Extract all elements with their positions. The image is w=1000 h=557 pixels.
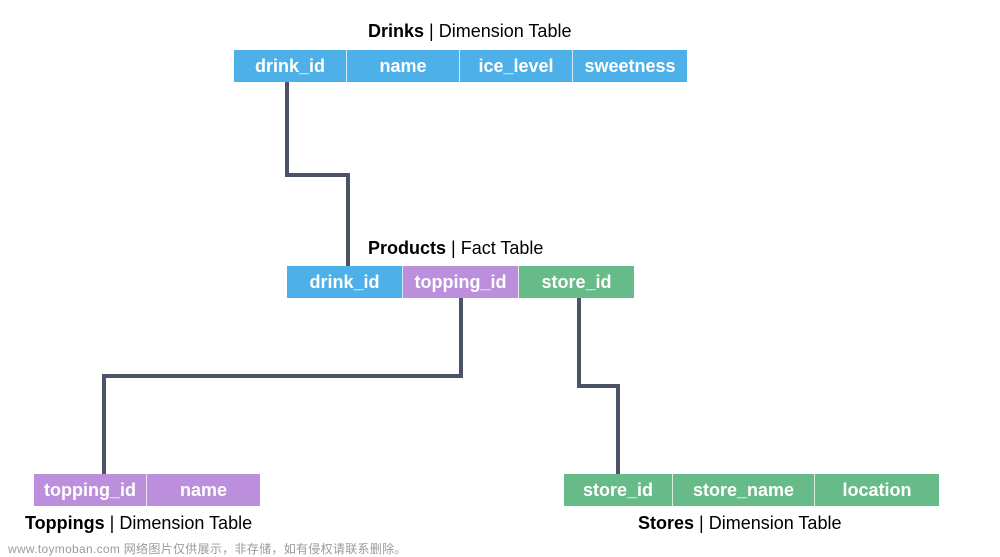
- products-col-topping-id[interactable]: topping_id: [403, 266, 519, 298]
- products-table-title: Products | Fact Table: [368, 238, 543, 259]
- connector-drinks-products: [285, 82, 350, 268]
- drinks-table-name: Drinks: [368, 21, 425, 41]
- connector-products-stores: [577, 298, 620, 474]
- drinks-table-kind: | Dimension Table: [429, 21, 572, 41]
- toppings-table-title: Toppings | Dimension Table: [25, 513, 252, 534]
- toppings-col-topping-id[interactable]: topping_id: [34, 474, 147, 506]
- toppings-table: topping_id name: [34, 474, 260, 506]
- stores-table-title: Stores | Dimension Table: [638, 513, 841, 534]
- drinks-table-title: Drinks | Dimension Table: [368, 21, 571, 42]
- toppings-table-kind: | Dimension Table: [109, 513, 253, 533]
- stores-table: store_id store_name location: [564, 474, 939, 506]
- products-table-kind: | Fact Table: [451, 238, 544, 258]
- stores-col-store-name[interactable]: store_name: [673, 474, 815, 506]
- watermark: www.toymoban.com 网络图片仅供展示，非存储，如有侵权请联系删除。: [8, 542, 407, 556]
- products-table-name: Products: [368, 238, 447, 258]
- drinks-col-sweetness[interactable]: sweetness: [573, 50, 687, 82]
- products-table: drink_id topping_id store_id: [287, 266, 634, 298]
- connector-products-toppings: [102, 298, 463, 474]
- stores-table-name: Stores: [638, 513, 695, 533]
- drinks-col-drink-id[interactable]: drink_id: [234, 50, 347, 82]
- toppings-table-name: Toppings: [25, 513, 105, 533]
- stores-col-store-id[interactable]: store_id: [564, 474, 673, 506]
- stores-col-location[interactable]: location: [815, 474, 939, 506]
- toppings-col-name[interactable]: name: [147, 474, 260, 506]
- drinks-table: drink_id name ice_level sweetness: [234, 50, 687, 82]
- products-col-drink-id[interactable]: drink_id: [287, 266, 403, 298]
- stores-table-kind: | Dimension Table: [699, 513, 842, 533]
- products-col-store-id[interactable]: store_id: [519, 266, 634, 298]
- drinks-col-name[interactable]: name: [347, 50, 460, 82]
- drinks-col-ice-level[interactable]: ice_level: [460, 50, 573, 82]
